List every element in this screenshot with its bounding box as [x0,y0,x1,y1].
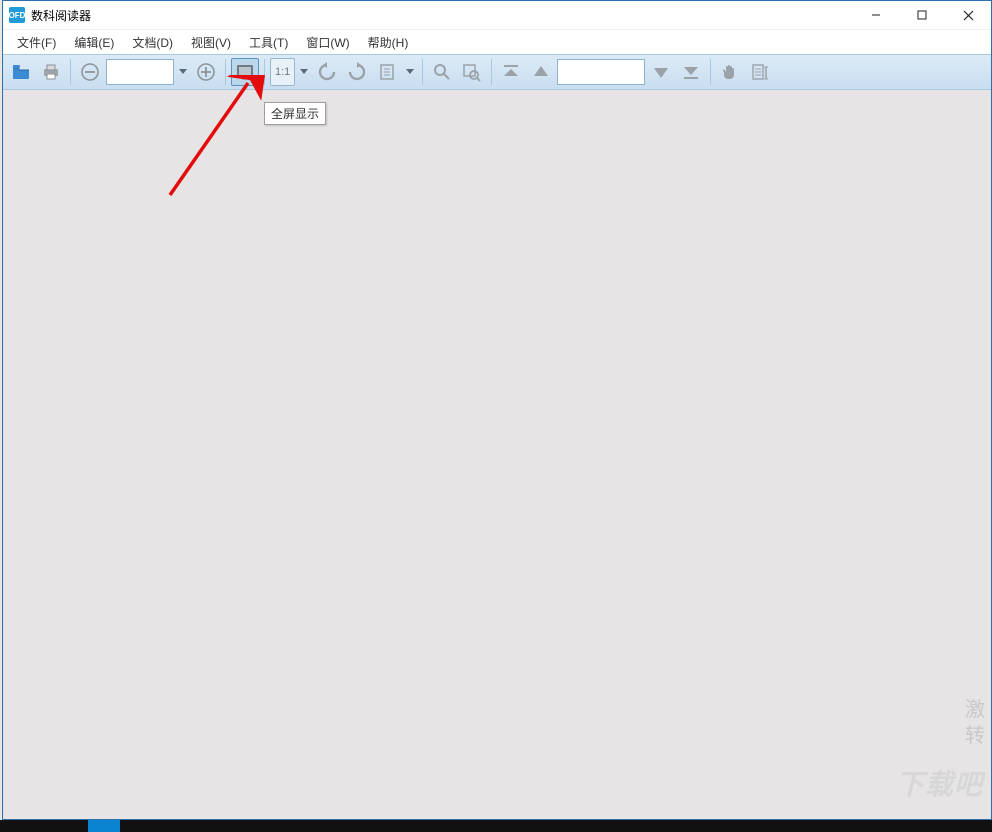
print-button[interactable] [37,58,65,86]
window-controls [853,1,991,29]
rotate-right-button[interactable] [343,58,371,86]
menu-view[interactable]: 视图(V) [183,31,239,54]
activation-watermark: 激 转 [965,697,985,749]
zoom-level-input[interactable] [106,59,174,85]
select-text-button[interactable] [746,58,774,86]
find-button[interactable] [428,58,456,86]
page-number-input[interactable] [557,59,645,85]
last-page-button[interactable] [677,58,705,86]
hand-tool-button[interactable] [716,58,744,86]
fullscreen-button[interactable] [231,58,259,86]
next-page-button[interactable] [647,58,675,86]
zoom-out-button[interactable] [76,58,104,86]
site-watermark: 下载吧 [896,763,983,803]
menu-tools[interactable]: 工具(T) [241,31,296,54]
menu-doc[interactable]: 文档(D) [124,31,181,54]
screen: OFD 数科阅读器 文件(F) 编辑(E) 文档(D) 视图(V) 工具(T) … [0,0,992,832]
window-title: 数科阅读器 [31,7,91,24]
menu-window[interactable]: 窗口(W) [298,31,357,54]
toolbar-separator [491,59,492,85]
document-canvas[interactable]: 激 转 下载吧 [3,90,991,819]
taskbar-active-app[interactable] [88,820,120,832]
prev-page-button[interactable] [527,58,555,86]
toolbar-separator [70,59,71,85]
taskbar[interactable] [0,820,992,832]
menubar: 文件(F) 编辑(E) 文档(D) 视图(V) 工具(T) 窗口(W) 帮助(H… [3,29,991,54]
titlebar[interactable]: OFD 数科阅读器 [3,1,991,29]
toolbar-separator [710,59,711,85]
maximize-button[interactable] [899,1,945,29]
menu-edit[interactable]: 编辑(E) [66,31,122,54]
toolbar-separator [264,59,265,85]
menu-file[interactable]: 文件(F) [9,31,64,54]
zoom-dropdown[interactable] [176,59,190,85]
size-dropdown[interactable] [297,59,311,85]
actual-size-button[interactable]: 1:1 [270,58,295,86]
first-page-button[interactable] [497,58,525,86]
zoom-in-button[interactable] [192,58,220,86]
tooltip-fullscreen: 全屏显示 [264,102,326,125]
watermark-line1: 激 [965,697,985,723]
find-area-button[interactable] [458,58,486,86]
minimize-button[interactable] [853,1,899,29]
watermark-line2: 转 [965,723,985,749]
reading-mode-button[interactable] [373,58,401,86]
close-button[interactable] [945,1,991,29]
toolbar-separator [225,59,226,85]
toolbar: 1:1 [3,54,991,90]
reading-mode-dropdown[interactable] [403,59,417,85]
app-icon: OFD [9,7,25,23]
rotate-left-button[interactable] [313,58,341,86]
menu-help[interactable]: 帮助(H) [360,31,417,54]
app-window: OFD 数科阅读器 文件(F) 编辑(E) 文档(D) 视图(V) 工具(T) … [2,0,992,820]
toolbar-separator [422,59,423,85]
open-button[interactable] [7,58,35,86]
